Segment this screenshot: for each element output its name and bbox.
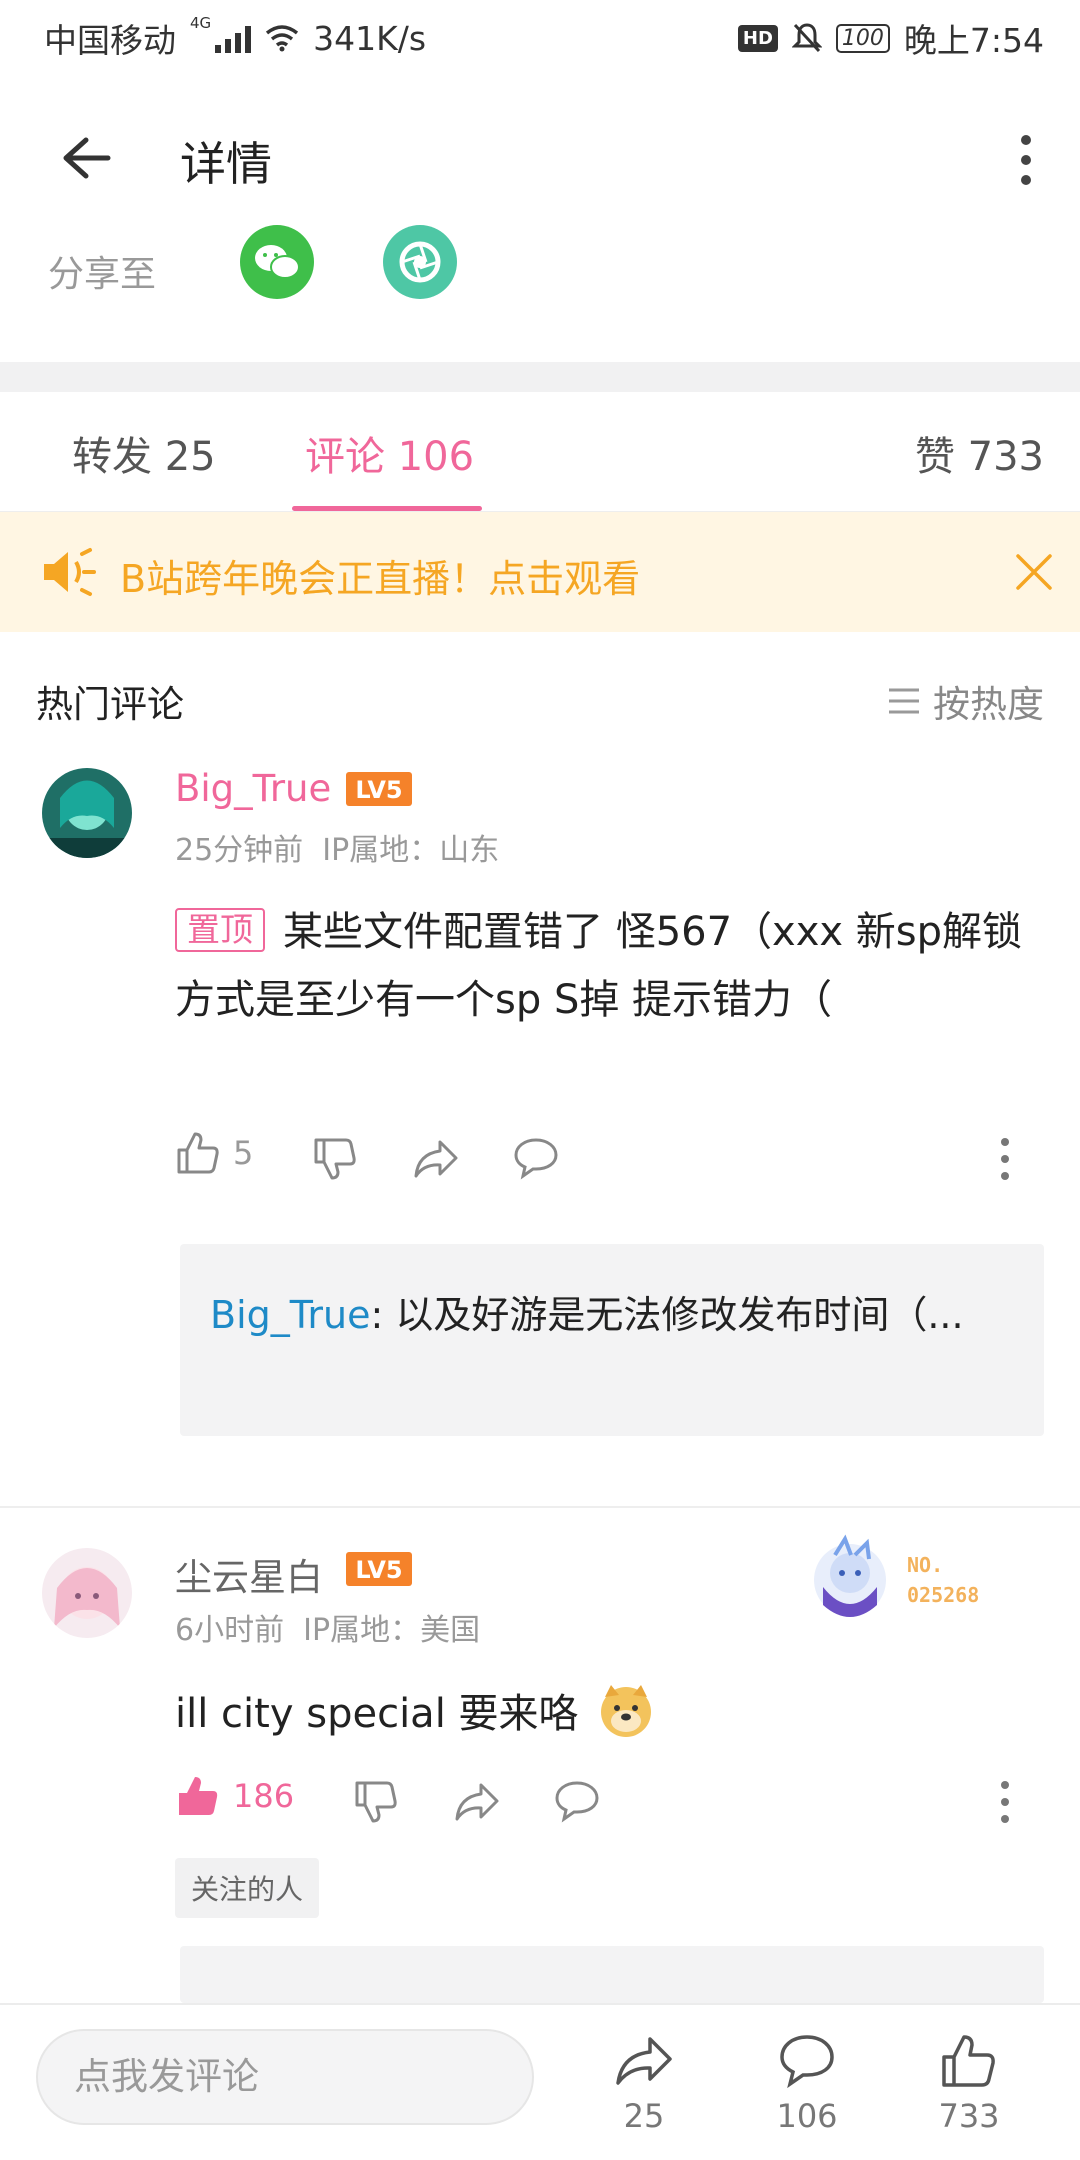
wechat-share-button[interactable]: [240, 225, 314, 299]
comment-meta: 25分钟前 IP属地：山东: [175, 825, 499, 869]
signal-icon: [215, 23, 252, 53]
comment-meta: 6小时前 IP属地：美国: [175, 1605, 480, 1649]
share-label: 分享至: [48, 254, 157, 295]
comment-actions: 5: [175, 1130, 1015, 1190]
level-badge-icon: LV5: [346, 1552, 412, 1586]
comment-button[interactable]: 106: [747, 2033, 867, 2135]
like-count: 186: [233, 1777, 295, 1815]
divider: [0, 1506, 1080, 1508]
moments-share-button[interactable]: [383, 225, 457, 299]
thumbs-down-icon[interactable]: [353, 1779, 399, 1825]
list-icon: [889, 688, 919, 714]
repost-button[interactable]: 25: [584, 2033, 704, 2135]
repost-count: 25: [623, 2097, 665, 2135]
comment-count: 106: [776, 2097, 838, 2135]
section-title: 热门评论: [36, 683, 184, 726]
status-left: 中国移动 4G 341K/s: [44, 14, 426, 62]
level-badge-icon: LV5: [346, 772, 412, 806]
fan-number: 025268: [907, 1583, 979, 1607]
level-text: LV5: [355, 776, 402, 804]
fan-no-label: NO.: [907, 1553, 943, 1577]
tab-comment[interactable]: 评论 106: [305, 424, 474, 482]
reply-body: : 以及好游是无法修改发布时间（...: [370, 1293, 964, 1337]
level-text: LV5: [355, 1556, 402, 1584]
avatar[interactable]: [42, 1548, 132, 1638]
reply-preview[interactable]: [180, 1946, 1044, 2003]
reply-preview[interactable]: Big_True: 以及好游是无法修改发布时间（...: [180, 1244, 1044, 1436]
wechat-icon: [255, 245, 300, 279]
tab-bar: 转发 25 评论 106 赞 733: [0, 392, 1080, 512]
app-header: 详情: [0, 88, 1080, 228]
followed-tag: 关注的人: [175, 1858, 320, 1918]
pinned-label: 置顶: [175, 908, 265, 952]
comment-body: 某些文件配置错了 怪567（xxx 新sp解锁方式是至少有一个sp S掉 提示错…: [175, 909, 1023, 1023]
network-speed: 341K/s: [313, 18, 427, 58]
share-arrow-icon: [616, 2037, 672, 2085]
more-vertical-icon[interactable]: [1014, 130, 1038, 190]
like-count: 733: [938, 2097, 1000, 2135]
more-vertical-icon[interactable]: [995, 1136, 1015, 1182]
thumbs-down-icon[interactable]: [312, 1136, 358, 1182]
comment-time: 25分钟前: [175, 833, 304, 868]
comment-actions: 186: [175, 1773, 1015, 1833]
doge-emoji-icon: [601, 1685, 652, 1737]
live-banner[interactable]: B站跨年晚会正直播！点击观看: [0, 512, 1080, 632]
speaker-icon: [44, 548, 96, 596]
close-icon[interactable]: [1010, 548, 1058, 596]
carrier-text: 中国移动: [44, 21, 176, 60]
status-right: HD 100 晚上7:54: [737, 14, 1044, 62]
share-row: 分享至: [0, 225, 1080, 335]
comment-text: ill city special 要来咯: [175, 1680, 1015, 1748]
sort-button[interactable]: 按热度: [887, 674, 1044, 728]
page-title: 详情: [180, 137, 272, 191]
mute-bell-icon: [791, 23, 822, 53]
back-arrow-icon[interactable]: [52, 126, 116, 190]
like-button[interactable]: 186: [175, 1773, 294, 1819]
avatar[interactable]: [42, 768, 132, 858]
more-vertical-icon[interactable]: [995, 1779, 1015, 1825]
banner-text: B站跨年晚会正直播！点击观看: [120, 557, 641, 601]
status-bar: 中国移动 4G 341K/s HD 100 晚上7:54: [0, 0, 1080, 76]
thumbs-up-icon: [177, 1132, 219, 1174]
thumbs-up-filled-icon: [179, 1777, 218, 1815]
reply-bubble-icon[interactable]: [553, 1779, 601, 1825]
comment-time: 6小时前: [175, 1613, 285, 1648]
wifi-icon: [266, 25, 299, 52]
share-arrow-icon[interactable]: [453, 1779, 501, 1825]
comment-ip: IP属地：美国: [303, 1613, 481, 1648]
tab-indicator: [292, 506, 482, 511]
moments-icon: [399, 241, 441, 283]
clock: 晚上7:54: [903, 21, 1044, 60]
comment-input[interactable]: 点我发评论: [36, 2029, 534, 2125]
reply-text: Big_True: 以及好游是无法修改发布时间（...: [210, 1282, 1014, 1348]
tab-like[interactable]: 赞 733: [915, 424, 1044, 482]
share-arrow-icon[interactable]: [412, 1136, 460, 1182]
like-button[interactable]: 733: [909, 2033, 1029, 2135]
sort-label: 按热度: [933, 683, 1044, 726]
tab-repost[interactable]: 转发 25: [72, 424, 216, 482]
comment-body: ill city special 要来咯: [175, 1691, 579, 1737]
like-count: 5: [233, 1134, 254, 1172]
comment-text: 置顶 某些文件配置错了 怪567（xxx 新sp解锁方式是至少有一个sp S掉 提…: [175, 898, 1045, 1034]
comment-ip: IP属地：山东: [322, 833, 500, 868]
comment-bubble-icon: [780, 2035, 834, 2089]
hot-comments-header: 热门评论 按热度: [0, 674, 1080, 734]
thumbs-up-icon: [942, 2035, 995, 2087]
like-button[interactable]: 5: [175, 1130, 253, 1176]
bottom-bar: 点我发评论 25 106 733: [0, 2003, 1080, 2160]
username[interactable]: 尘云星白: [175, 1547, 323, 1601]
reply-username[interactable]: Big_True: [210, 1293, 370, 1337]
username[interactable]: Big_True: [175, 767, 331, 810]
battery-icon: 100: [835, 23, 890, 53]
fan-badge-icon: NO. 025268: [814, 1534, 979, 1617]
reply-bubble-icon[interactable]: [512, 1136, 560, 1182]
section-gap: [0, 362, 1080, 392]
hd-icon: HD: [737, 24, 778, 52]
network-type: 4G: [190, 14, 212, 32]
